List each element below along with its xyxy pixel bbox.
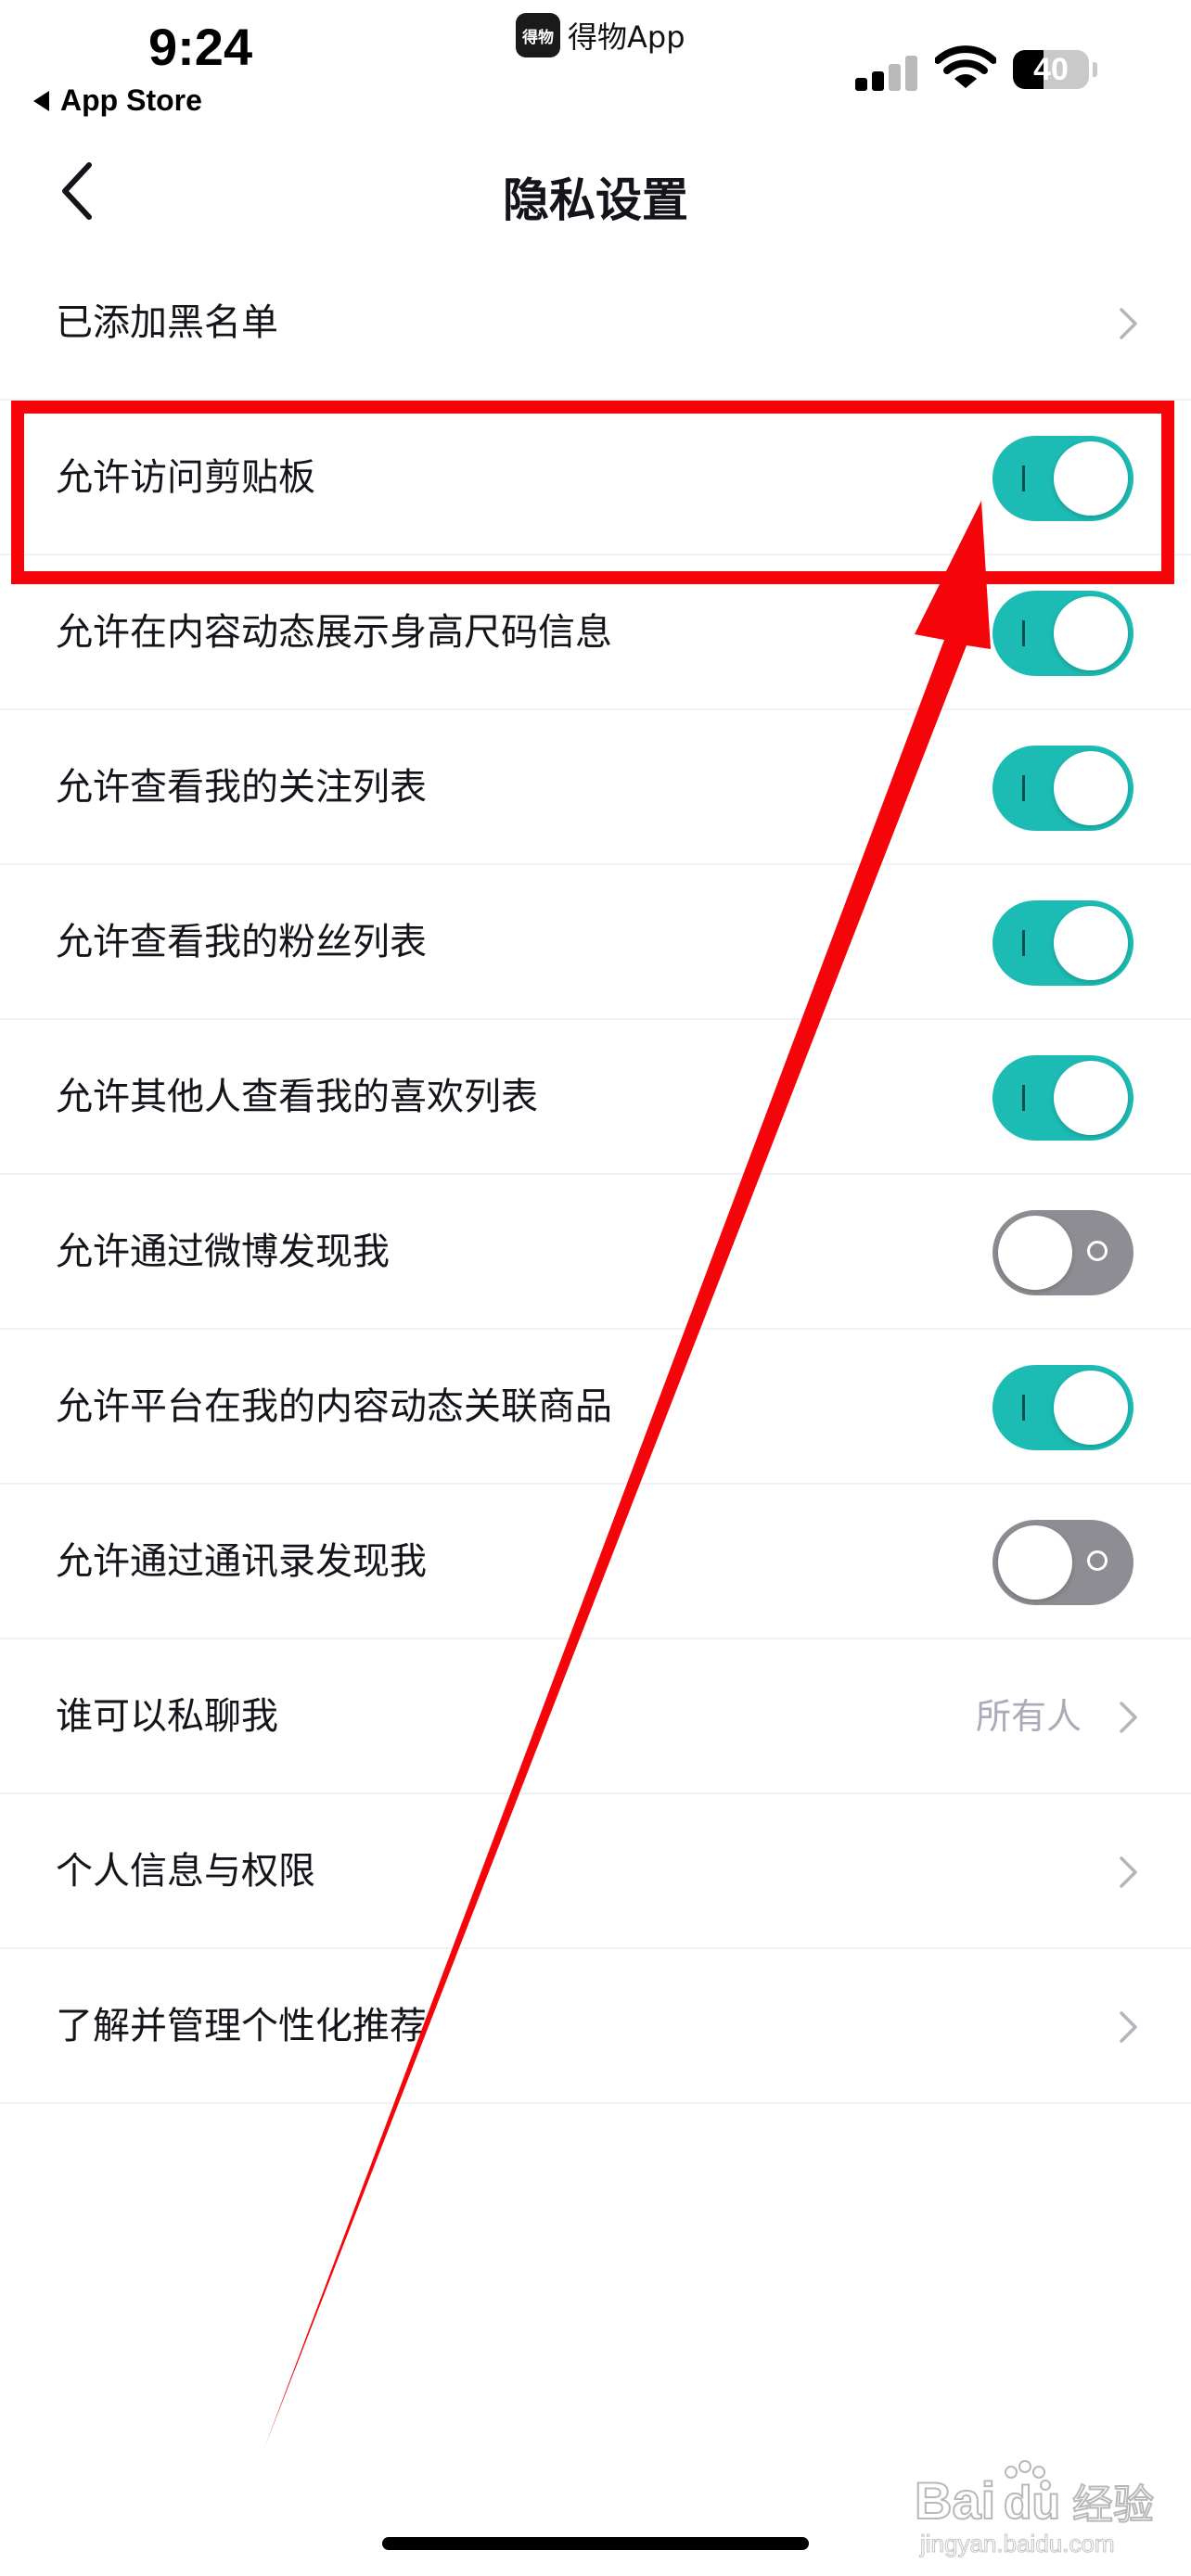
settings-label: 允许查看我的关注列表	[56, 766, 427, 809]
back-triangle-icon	[33, 90, 49, 111]
back-to-app-store-link[interactable]: App Store	[33, 83, 202, 118]
chevron-right-icon	[1120, 2011, 1137, 2043]
settings-label: 已添加黑名单	[56, 301, 278, 344]
settings-row-blacklist[interactable]: 已添加黑名单	[0, 246, 1191, 401]
settings-label: 允许查看我的粉丝列表	[56, 921, 427, 963]
settings-row-weibo-discovery: 允许通过微博发现我	[0, 1175, 1191, 1330]
settings-label: 了解并管理个性化推荐	[56, 2005, 427, 2047]
annotation-highlight-box	[11, 401, 1174, 584]
toggle-knob	[1054, 751, 1128, 825]
toggle-knob	[998, 1216, 1072, 1290]
settings-label: 允许通过微博发现我	[56, 1231, 390, 1273]
dewu-logo-icon: 得物	[516, 13, 560, 57]
contacts-discovery-toggle[interactable]	[992, 1520, 1133, 1605]
chevron-right-icon	[1120, 1856, 1137, 1888]
settings-label: 允许平台在我的内容动态关联商品	[56, 1385, 612, 1428]
chevron-right-icon	[1120, 308, 1137, 339]
watermark-logo: Bai	[915, 2471, 995, 2530]
watermark-url: jingyan.baidu.com	[919, 2530, 1115, 2557]
cellular-signal-icon	[855, 56, 917, 91]
settings-row-personal-info[interactable]: 个人信息与权限	[0, 1794, 1191, 1949]
back-app-label: App Store	[60, 83, 202, 117]
settings-row-who-can-message[interactable]: 谁可以私聊我 所有人	[0, 1639, 1191, 1794]
notch-app-indicator: 得物 得物App	[516, 13, 685, 57]
battery-cap	[1093, 62, 1097, 77]
status-time: 9:24	[148, 18, 253, 76]
settings-row-contacts-discovery: 允许通过通讯录发现我	[0, 1485, 1191, 1639]
weibo-discovery-toggle[interactable]	[992, 1210, 1133, 1295]
link-products-toggle[interactable]	[992, 1365, 1133, 1450]
toggle-knob	[998, 1525, 1072, 1600]
toggle-knob	[1054, 1371, 1128, 1445]
fans-list-toggle[interactable]	[992, 900, 1133, 986]
settings-value: 所有人	[975, 1696, 1082, 1737]
toggle-knob	[1054, 906, 1128, 980]
settings-row-personalized-recommendation[interactable]: 了解并管理个性化推荐	[0, 1949, 1191, 2104]
likes-list-toggle[interactable]	[992, 1055, 1133, 1141]
page-title: 隐私设置	[503, 173, 688, 227]
nav-bar: 隐私设置	[0, 139, 1191, 246]
settings-label: 允许其他人查看我的喜欢列表	[56, 1076, 538, 1118]
toggle-knob	[1054, 1061, 1128, 1135]
chevron-right-icon	[1120, 1702, 1137, 1733]
notch-app-name: 得物App	[568, 19, 685, 55]
settings-label: 允许通过通讯录发现我	[56, 1540, 427, 1583]
settings-row-fans-list: 允许查看我的粉丝列表	[0, 865, 1191, 1020]
size-info-toggle[interactable]	[992, 591, 1133, 676]
watermark-paw-text: du	[1004, 2477, 1060, 2529]
baidu-jingyan-watermark: Bai du 经验 jingyan.baidu.com	[914, 2460, 1155, 2558]
settings-row-likes-list: 允许其他人查看我的喜欢列表	[0, 1020, 1191, 1175]
wifi-icon	[935, 45, 996, 88]
status-bar: 9:24 App Store 得物 得物App 40	[0, 0, 1191, 139]
battery-icon: 40	[1013, 50, 1089, 89]
settings-row-link-products: 允许平台在我的内容动态关联商品	[0, 1330, 1191, 1485]
battery-percent: 40	[1033, 52, 1069, 87]
watermark-brand: 经验	[1072, 2481, 1154, 2529]
settings-row-following-list: 允许查看我的关注列表	[0, 710, 1191, 865]
following-list-toggle[interactable]	[992, 746, 1133, 831]
settings-label: 谁可以私聊我	[56, 1695, 278, 1738]
settings-label: 个人信息与权限	[56, 1850, 315, 1893]
home-indicator[interactable]	[382, 2537, 809, 2550]
toggle-knob	[1054, 596, 1128, 670]
